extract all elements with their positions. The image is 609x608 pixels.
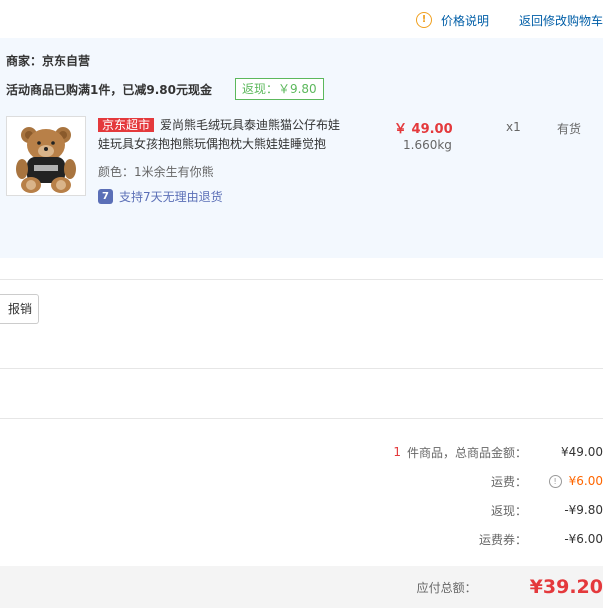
order-block: 商家：京东自营 活动商品已购满1件，已减9.80元现金 返现：￥9.80 京东超… xyxy=(0,38,603,258)
shipping-coupon-label: 运费券： xyxy=(478,532,527,547)
rebate-badge: 返现：￥9.80 xyxy=(234,78,324,100)
payable-row: 应付总额： ¥39.20 xyxy=(417,574,603,600)
teddy-bear-image xyxy=(16,127,76,193)
seven-day-return-icon: 7 xyxy=(98,189,113,204)
jd-supermarket-badge: 京东超市 xyxy=(98,118,155,132)
shipping-coupon-row: 运费券： -¥6.00 xyxy=(479,529,603,549)
product-weight: 1.660kg xyxy=(403,138,452,152)
price-note-link[interactable]: 价格说明 xyxy=(441,12,489,29)
item-count: 1 xyxy=(393,445,401,459)
shipping-value: ¥6.00 xyxy=(568,474,603,488)
promo-row: 活动商品已购满1件，已减9.80元现金 返现：￥9.80 xyxy=(6,78,324,100)
promo-text: 活动商品已购满1件，已减9.80元现金 xyxy=(6,82,212,97)
return-policy-text: 支持7天无理由退货 xyxy=(119,190,223,204)
divider xyxy=(0,418,603,419)
product-price: ￥ 49.00 xyxy=(394,122,453,137)
product-color: 颜色：1米余生有你熊 xyxy=(98,165,214,179)
product-quantity: x1 xyxy=(506,120,521,134)
shipping-value-wrap: ! ¥6.00 xyxy=(527,474,603,488)
goods-total-label: 件商品，总商品金额： xyxy=(406,445,527,460)
back-to-cart-link[interactable]: 返回修改购物车 xyxy=(519,12,603,29)
divider xyxy=(0,279,603,280)
divider xyxy=(0,368,603,369)
shipping-info-icon[interactable]: ! xyxy=(548,474,562,488)
info-icon: ! xyxy=(415,12,432,28)
rebate-value: -¥9.80 xyxy=(564,503,603,517)
stock-status: 有货 xyxy=(557,122,582,136)
payable-label: 应付总额： xyxy=(416,580,477,595)
rebate-label: 返现： xyxy=(490,503,527,518)
top-links: ! 价格说明 返回修改购物车 xyxy=(415,10,603,30)
shop-label: 商家：京东自营 xyxy=(6,54,91,68)
goods-total-value: ¥49.00 xyxy=(561,445,603,459)
product-title-box[interactable]: 京东超市 爱尚熊毛绒玩具泰迪熊猫公仔布娃娃玩具女孩抱抱熊玩偶抱枕大熊娃娃睡觉抱 xyxy=(98,116,348,154)
invoice-button[interactable]: 报销 xyxy=(0,294,39,324)
shipping-row: 运费： ! ¥6.00 xyxy=(491,471,603,491)
shipping-coupon-value: -¥6.00 xyxy=(564,532,603,546)
goods-total-row: 1 件商品，总商品金额： ¥49.00 xyxy=(393,442,603,462)
return-policy: 7 支持7天无理由退货 xyxy=(98,188,223,205)
product-thumbnail[interactable] xyxy=(6,116,86,196)
payable-value: ¥39.20 xyxy=(529,576,603,598)
shipping-label: 运费： xyxy=(490,474,527,489)
rebate-row: 返现： -¥9.80 xyxy=(491,500,603,520)
